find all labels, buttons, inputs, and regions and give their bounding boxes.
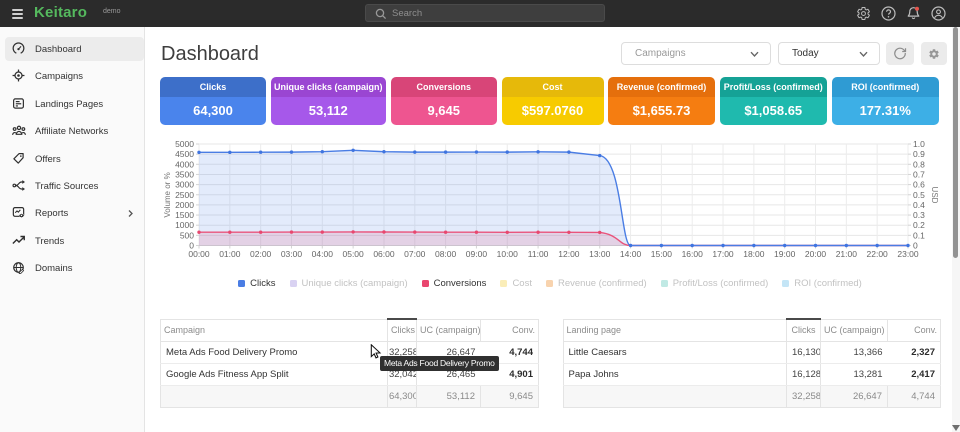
svg-text:10:00: 10:00 bbox=[497, 249, 519, 259]
svg-text:Volume or %: Volume or % bbox=[163, 172, 172, 217]
svg-text:0.9: 0.9 bbox=[913, 149, 925, 159]
svg-text:0.7: 0.7 bbox=[913, 169, 925, 179]
svg-text:1.0: 1.0 bbox=[913, 139, 925, 149]
svg-text:19:00: 19:00 bbox=[774, 249, 796, 259]
svg-text:18:00: 18:00 bbox=[743, 249, 765, 259]
svg-text:13:00: 13:00 bbox=[589, 249, 611, 259]
svg-text:23:00: 23:00 bbox=[897, 249, 919, 259]
svg-text:0.1: 0.1 bbox=[913, 230, 925, 240]
svg-text:0.2: 0.2 bbox=[913, 220, 925, 230]
svg-text:21:00: 21:00 bbox=[836, 249, 858, 259]
svg-text:12:00: 12:00 bbox=[558, 249, 580, 259]
svg-text:0.3: 0.3 bbox=[913, 210, 925, 220]
svg-text:2500: 2500 bbox=[175, 190, 194, 200]
svg-text:00:00: 00:00 bbox=[188, 249, 210, 259]
svg-text:3000: 3000 bbox=[175, 180, 194, 190]
svg-text:09:00: 09:00 bbox=[466, 249, 488, 259]
svg-text:01:00: 01:00 bbox=[219, 249, 241, 259]
svg-text:16:00: 16:00 bbox=[682, 249, 704, 259]
svg-text:5000: 5000 bbox=[175, 139, 194, 149]
svg-text:11:00: 11:00 bbox=[528, 249, 549, 259]
svg-text:04:00: 04:00 bbox=[312, 249, 334, 259]
svg-text:03:00: 03:00 bbox=[281, 249, 303, 259]
svg-text:1000: 1000 bbox=[175, 220, 194, 230]
svg-text:0.4: 0.4 bbox=[913, 200, 925, 210]
svg-text:USD: USD bbox=[930, 187, 939, 204]
svg-text:3500: 3500 bbox=[175, 169, 194, 179]
svg-text:14:00: 14:00 bbox=[620, 249, 642, 259]
svg-text:2000: 2000 bbox=[175, 200, 194, 210]
svg-text:4000: 4000 bbox=[175, 159, 194, 169]
svg-text:08:00: 08:00 bbox=[435, 249, 457, 259]
svg-text:20:00: 20:00 bbox=[805, 249, 827, 259]
svg-text:500: 500 bbox=[180, 230, 194, 240]
svg-text:0.8: 0.8 bbox=[913, 159, 925, 169]
svg-text:22:00: 22:00 bbox=[867, 249, 889, 259]
svg-text:05:00: 05:00 bbox=[342, 249, 364, 259]
svg-text:07:00: 07:00 bbox=[404, 249, 426, 259]
svg-text:06:00: 06:00 bbox=[373, 249, 395, 259]
svg-text:02:00: 02:00 bbox=[250, 249, 272, 259]
svg-text:17:00: 17:00 bbox=[712, 249, 734, 259]
svg-text:4500: 4500 bbox=[175, 149, 194, 159]
svg-text:0.5: 0.5 bbox=[913, 190, 925, 200]
svg-text:0.6: 0.6 bbox=[913, 180, 925, 190]
svg-text:1500: 1500 bbox=[175, 210, 194, 220]
svg-text:15:00: 15:00 bbox=[651, 249, 673, 259]
